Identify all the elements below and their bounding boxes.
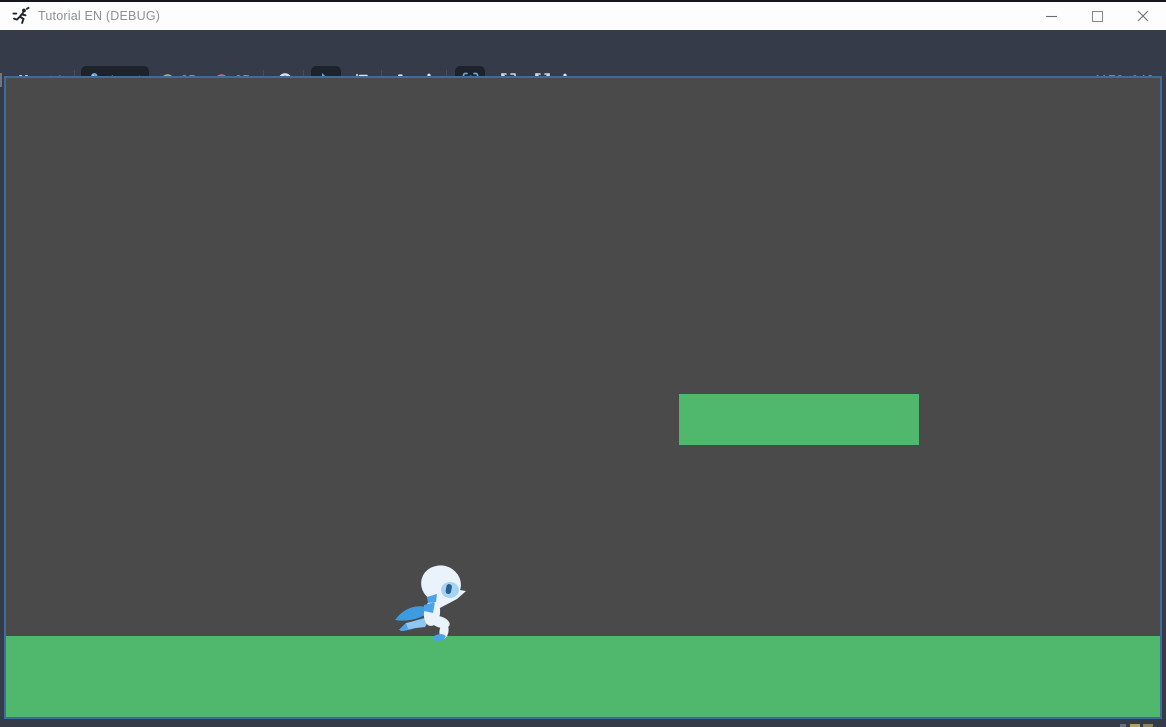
titlebar[interactable]: Tutorial EN (DEBUG) <box>0 2 1166 30</box>
minimize-button[interactable] <box>1028 2 1074 30</box>
clipped-toolbar-item <box>0 73 2 87</box>
close-button[interactable] <box>1120 2 1166 30</box>
window-title: Tutorial EN (DEBUG) <box>38 9 160 23</box>
close-icon <box>1136 9 1150 23</box>
minimize-icon <box>1045 10 1058 23</box>
game-content <box>6 78 1160 717</box>
game-debug-window: Tutorial EN (DEBUG) <box>0 0 1166 727</box>
runner-icon <box>12 7 30 25</box>
game-toolbar: Input 2D 3D <box>0 30 1166 76</box>
floating-platform <box>679 394 919 445</box>
editor-bottom-strip <box>0 719 1166 727</box>
player-character <box>394 561 467 641</box>
maximize-icon <box>1091 10 1104 23</box>
ground-platform <box>6 636 1160 717</box>
window-controls <box>1028 2 1166 30</box>
game-viewport[interactable] <box>4 76 1162 719</box>
maximize-button[interactable] <box>1074 2 1120 30</box>
